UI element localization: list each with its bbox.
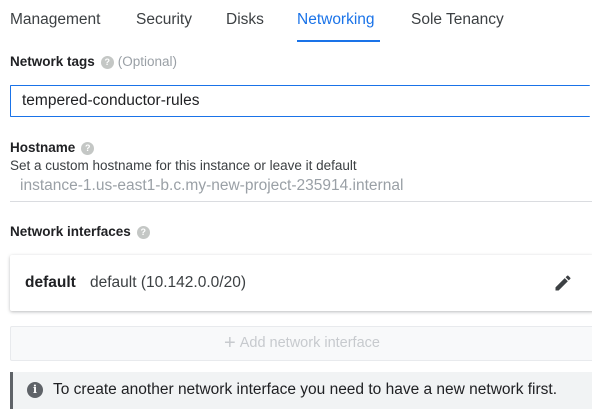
help-circle-icon[interactable]: ?	[100, 56, 114, 69]
interface-subnet-detail: default (10.142.0.0/20)	[90, 274, 246, 291]
info-circle-icon: i	[27, 382, 43, 398]
network-tags-label: Network tags	[10, 54, 95, 69]
hostname-label: Hostname	[10, 140, 76, 155]
tab-disks[interactable]: Disks	[226, 11, 264, 29]
hostname-input[interactable]: instance-1.us-east1-b.c.my-new-project-2…	[10, 172, 592, 202]
plus-icon: +	[224, 332, 236, 354]
active-tab-indicator	[297, 40, 380, 42]
network-tags-input[interactable]: tempered-conductor-rules	[10, 85, 590, 117]
help-circle-icon[interactable]: ?	[81, 142, 95, 155]
add-network-interface-button[interactable]: + Add network interface	[10, 326, 592, 361]
hostname-heading: Hostname?	[10, 140, 95, 155]
tab-networking[interactable]: Networking	[297, 11, 375, 29]
optional-label: (Optional)	[117, 54, 178, 69]
tab-security[interactable]: Security	[136, 11, 192, 29]
network-interfaces-label: Network interfaces	[10, 224, 131, 239]
network-interface-row[interactable]: default default (10.142.0.0/20)	[10, 255, 592, 311]
network-tags-heading: Network tags? (Optional)	[10, 54, 177, 69]
add-network-interface-label: Add network interface	[239, 335, 380, 351]
info-message-text: To create another network interface you …	[53, 381, 558, 398]
hostname-hint: Set a custom hostname for this instance …	[10, 158, 357, 173]
tab-sole-tenancy[interactable]: Sole Tenancy	[411, 11, 504, 29]
info-message: i To create another network interface yo…	[10, 372, 592, 409]
tab-bar: Management Security Disks Networking Sol…	[0, 0, 592, 42]
interface-network-name: default	[25, 274, 76, 291]
help-circle-icon[interactable]: ?	[136, 226, 150, 239]
pencil-edit-icon[interactable]	[553, 273, 573, 293]
tab-management[interactable]: Management	[10, 11, 100, 29]
network-interfaces-heading: Network interfaces?	[10, 224, 150, 239]
